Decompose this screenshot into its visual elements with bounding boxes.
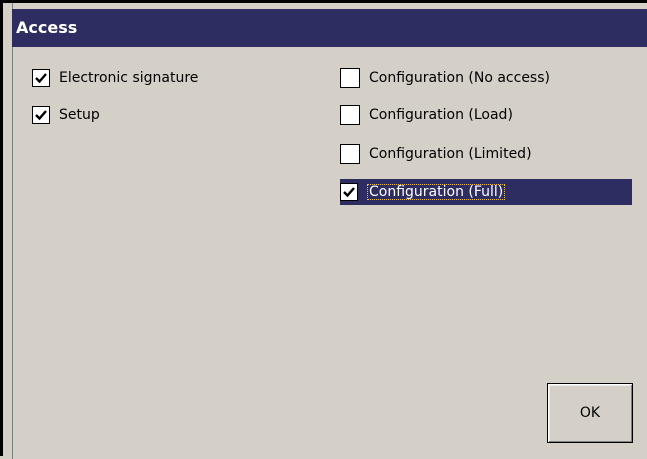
dialog-title: Access: [12, 9, 647, 47]
checkmark-icon: [343, 187, 355, 198]
checkbox-box[interactable]: [340, 144, 360, 164]
checkbox-box[interactable]: [340, 183, 358, 201]
checkbox-configuration-limited[interactable]: Configuration (Limited): [340, 141, 532, 167]
checkbox-label: Setup: [59, 107, 100, 123]
checkbox-box[interactable]: [32, 106, 50, 124]
checkbox-label: Configuration (Full): [367, 184, 506, 200]
access-dialog: Access Electronic signature Setup Config…: [0, 0, 647, 459]
checkbox-box[interactable]: [340, 105, 360, 125]
checkmark-icon: [35, 73, 47, 84]
window-left-border: [6, 3, 13, 459]
checkbox-label: Configuration (No access): [369, 70, 550, 86]
checkbox-setup[interactable]: Setup: [32, 102, 100, 128]
checkbox-configuration-no-access[interactable]: Configuration (No access): [340, 65, 550, 91]
checkbox-configuration-full[interactable]: Configuration (Full): [340, 179, 632, 205]
checkmark-icon: [35, 110, 47, 121]
checkbox-configuration-load[interactable]: Configuration (Load): [340, 102, 513, 128]
checkbox-box[interactable]: [340, 68, 360, 88]
checkbox-box[interactable]: [32, 69, 50, 87]
checkbox-label: Configuration (Limited): [369, 146, 532, 162]
checkbox-label: Electronic signature: [59, 70, 199, 86]
checkbox-label: Configuration (Load): [369, 107, 513, 123]
checkbox-electronic-signature[interactable]: Electronic signature: [32, 65, 198, 91]
ok-button[interactable]: OK: [547, 383, 633, 443]
